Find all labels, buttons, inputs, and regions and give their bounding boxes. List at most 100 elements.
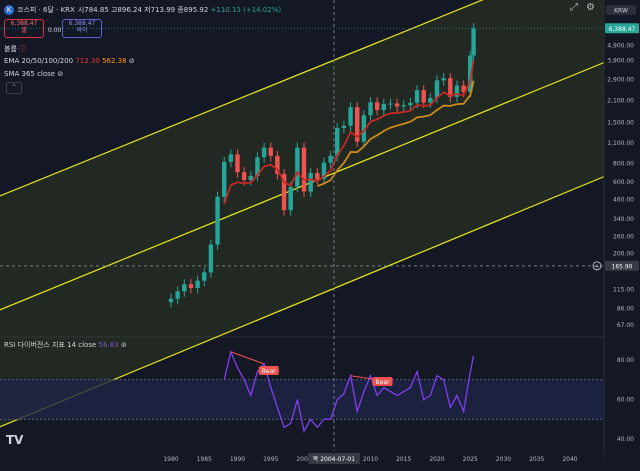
candle xyxy=(195,280,200,288)
price-tick-label: 340.00 xyxy=(613,216,634,223)
buy-button[interactable]: 6,388.47 바이 xyxy=(62,19,102,38)
sell-button[interactable]: 6,388.47 셀 xyxy=(4,19,44,38)
time-tick-label: 1980 xyxy=(163,456,178,463)
ohlc-readout: 시784.85 고896.24 저713.99 종895.92 +110.13 … xyxy=(78,5,281,15)
ohlc-high: 고896.24 xyxy=(111,6,142,14)
sell-price: 6,388.47 xyxy=(10,20,38,27)
candle xyxy=(288,186,293,211)
buy-label: 바이 xyxy=(76,27,88,34)
candle xyxy=(408,102,413,106)
ohlc-low: 저713.99 xyxy=(144,6,176,14)
rsi-indicator-label[interactable]: RSI 다이버전스 지표 14 close 56.83 ⊘ xyxy=(4,340,127,350)
price-tick-label: 4,900.00 xyxy=(607,43,634,50)
price-tick-label: 260.00 xyxy=(613,234,634,241)
symbol-logo-icon: K xyxy=(4,5,14,15)
candle xyxy=(388,103,393,105)
time-tick-label: 2025 xyxy=(463,456,478,463)
candle xyxy=(261,147,267,158)
candle xyxy=(414,90,420,103)
settings-icon[interactable]: ⚙ xyxy=(586,2,595,13)
collapse-legend-button[interactable]: ⌃ xyxy=(6,82,22,94)
current-price-label: 6,388.47 xyxy=(609,26,636,33)
candle xyxy=(208,244,214,273)
candle xyxy=(235,154,240,173)
candle xyxy=(182,284,187,292)
draw-tool-icon[interactable]: ⤢ xyxy=(570,2,578,13)
candle xyxy=(428,97,433,103)
chart-canvas[interactable]: Bear Bear 4,900.00 3,900.00 2,900.00 2,100.0… xyxy=(0,0,640,471)
candle xyxy=(381,103,386,110)
symbol-name[interactable]: 코스피 · 6달 · KRX xyxy=(17,5,75,15)
rsi-tick-label: 80.00 xyxy=(617,357,634,364)
candle xyxy=(471,28,476,56)
time-tick-label: 2020 xyxy=(429,456,444,463)
sma-indicator-label[interactable]: SMA 365 close ⊘ xyxy=(4,70,63,78)
candle xyxy=(341,125,347,128)
rsi-tick-label: 60.00 xyxy=(617,397,634,404)
price-tick-label: 1,100.00 xyxy=(607,140,634,147)
candle xyxy=(301,147,307,192)
price-tick-label: 600.00 xyxy=(613,179,634,186)
price-tick-label: 200.00 xyxy=(613,251,634,258)
candle xyxy=(295,147,300,187)
time-tick-label: 1985 xyxy=(197,456,212,463)
candle xyxy=(394,103,400,107)
candle xyxy=(241,172,247,181)
price-tick-label: 460.00 xyxy=(613,196,634,203)
candle xyxy=(188,284,194,288)
candle xyxy=(441,78,446,81)
time-tick-label: 2030 xyxy=(496,456,511,463)
candle xyxy=(248,175,253,181)
ema-indicator-label[interactable]: EMA 20/50/100/200 712.30 562.38 ⊘ xyxy=(4,57,135,65)
candle xyxy=(328,155,333,163)
candle xyxy=(315,173,320,180)
crosshair-time-label: 목 2004-07-01 xyxy=(313,456,355,463)
currency-label: KRW xyxy=(614,8,628,15)
candle xyxy=(215,196,220,245)
price-tick-label: 1,500.00 xyxy=(607,120,634,127)
candle xyxy=(222,161,227,197)
price-tick-label: 2,900.00 xyxy=(607,77,634,84)
candle xyxy=(202,272,207,281)
volume-indicator-label[interactable]: 볼륨 ⓘ xyxy=(4,44,26,54)
price-tick-label: 115.00 xyxy=(613,287,634,294)
rsi-value: 56.83 xyxy=(98,341,119,349)
symbol-header: K 코스피 · 6달 · KRX 시784.85 고896.24 저713.99… xyxy=(4,5,281,15)
divergence-line xyxy=(230,351,265,365)
price-tick-label: 3,900.00 xyxy=(607,57,634,64)
hide-icon: ⊘ xyxy=(120,341,127,349)
rsi-band xyxy=(0,379,604,420)
candle xyxy=(175,291,180,299)
ema-value-2: 562.38 xyxy=(102,57,127,65)
sell-label: 셀 xyxy=(21,27,27,34)
candle xyxy=(228,154,234,162)
plus-icon: + xyxy=(594,262,600,270)
candle xyxy=(268,147,273,156)
time-tick-label: 2040 xyxy=(562,456,577,463)
crosshair-price-label: 165.90 xyxy=(612,263,633,270)
time-tick-label: 1990 xyxy=(230,456,245,463)
spread-value: 0.00 xyxy=(48,27,62,34)
candle xyxy=(434,80,440,98)
hide-icon: ⊘ xyxy=(128,57,135,65)
candle xyxy=(401,105,406,107)
price-tick-label: 86.00 xyxy=(617,306,634,313)
ohlc-open: 시784.85 xyxy=(77,6,109,14)
time-tick-label: 1995 xyxy=(263,456,278,463)
hide-icon: ⊘ xyxy=(57,70,64,78)
buy-price: 6,388.47 xyxy=(68,20,96,27)
time-tick-label: 2015 xyxy=(396,456,411,463)
ema-value-1: 712.30 xyxy=(75,57,100,65)
alert-icon: ⓘ xyxy=(19,45,27,53)
ohlc-close: 종895.92 xyxy=(177,6,209,14)
bear-2-label: Bear xyxy=(376,379,390,386)
candle xyxy=(168,298,174,303)
candle xyxy=(308,173,313,192)
rsi-tick-label: 40.00 xyxy=(617,436,634,443)
candle xyxy=(348,107,353,126)
tradingview-logo-icon: TV xyxy=(6,433,24,447)
bear-1-label: Bear xyxy=(262,368,276,375)
candle xyxy=(368,102,373,116)
price-tick-label: 800.00 xyxy=(613,160,634,167)
candle xyxy=(421,90,426,103)
